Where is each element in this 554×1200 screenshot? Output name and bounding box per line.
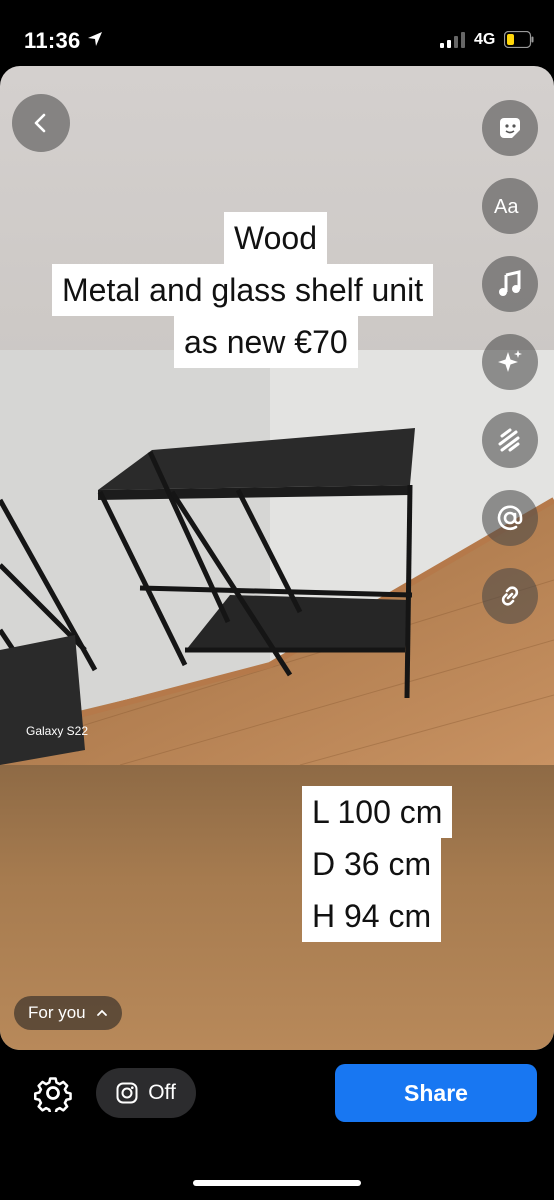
- dimension-length[interactable]: L 100 cm: [302, 786, 453, 838]
- cell-signal-icon: [440, 32, 465, 48]
- share-button[interactable]: Share: [335, 1064, 537, 1122]
- sticker-icon: [500, 118, 520, 138]
- location-arrow-icon: [88, 32, 102, 46]
- text-icon: Aa: [494, 196, 519, 218]
- settings-gear-icon[interactable]: [34, 1074, 72, 1112]
- chevron-left-icon: [34, 113, 46, 133]
- draw-button[interactable]: [482, 412, 538, 468]
- caption-line-2[interactable]: Metal and glass shelf unit: [52, 264, 434, 316]
- caption-line-3[interactable]: as new €70: [174, 316, 358, 368]
- product-photo: Galaxy S22: [0, 350, 554, 765]
- effects-button[interactable]: [482, 334, 538, 390]
- instagram-icon: [116, 1082, 138, 1104]
- text-button[interactable]: Aa: [482, 178, 538, 234]
- audience-selector[interactable]: For you: [14, 996, 122, 1030]
- mention-button[interactable]: [482, 490, 538, 546]
- battery-icon: [504, 31, 534, 48]
- chevron-up-icon: [96, 1009, 107, 1016]
- audience-label: For you: [28, 1003, 86, 1022]
- dimension-depth[interactable]: D 36 cm: [302, 838, 442, 890]
- effects-icon: [498, 350, 522, 372]
- instagram-toggle-label: Off: [148, 1081, 176, 1104]
- link-button[interactable]: [482, 568, 538, 624]
- instagram-share-toggle[interactable]: Off: [96, 1068, 196, 1118]
- link-icon: [501, 586, 519, 606]
- caption-line-1[interactable]: Wood: [224, 212, 328, 264]
- music-icon: [499, 270, 521, 296]
- svg-text:Aa: Aa: [494, 196, 519, 218]
- share-button-label: Share: [404, 1079, 468, 1106]
- back-button[interactable]: [12, 94, 70, 152]
- network-type: 4G: [474, 31, 496, 48]
- photo-watermark: Galaxy S22: [26, 724, 89, 738]
- status-time: 11:36: [24, 28, 81, 53]
- home-indicator[interactable]: [193, 1180, 361, 1186]
- sticker-button[interactable]: [482, 100, 538, 156]
- music-button[interactable]: [482, 256, 538, 312]
- dimension-height[interactable]: H 94 cm: [302, 890, 442, 942]
- status-bar: 11:36 4G: [0, 0, 554, 70]
- mention-icon: [497, 505, 523, 531]
- story-preview[interactable]: Galaxy S22 Wood Metal and glass shelf un…: [0, 66, 554, 1050]
- draw-icon: [498, 428, 520, 452]
- shelf-photo-drawing: [0, 350, 554, 765]
